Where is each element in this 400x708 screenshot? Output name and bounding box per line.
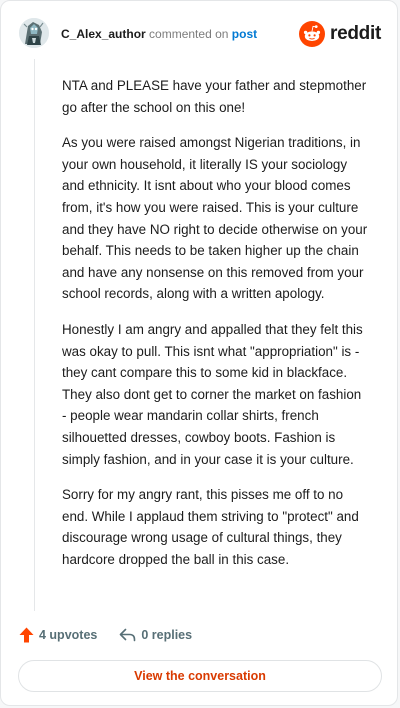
commented-on-text: commented on [149,27,229,41]
avatar-image [19,18,49,48]
view-conversation-button[interactable]: View the conversation [18,660,382,692]
reply-count: 0 replies [141,628,193,642]
reddit-wordmark: reddit [330,23,381,44]
post-link[interactable]: post [232,27,257,41]
comment-header: C_Alex_author commented on post reddit [19,18,381,54]
comment-paragraph: Sorry for my angry rant, this pisses me … [62,487,359,567]
upvote-button[interactable]: 4 upvotes [19,627,97,643]
upvote-count: 4 upvotes [39,628,98,642]
comment-paragraph: Honestly I am angry and appalled that th… [62,321,363,467]
comment-body: NTA and PLEASE have your father and step… [62,75,368,584]
reddit-snoo-icon [299,21,326,47]
upvote-arrow-icon [19,627,34,643]
reddit-logo[interactable]: reddit [299,20,381,48]
comment-actions: 4 upvotes 0 replies [19,625,192,645]
reply-button[interactable]: 0 replies [119,628,192,642]
author-name[interactable]: C_Alex_author [61,27,146,41]
thread-line [34,59,35,611]
view-conversation-label: View the conversation [134,669,266,683]
comment-byline: C_Alex_author commented on post [61,27,257,41]
comment-paragraph: As you were raised amongst Nigerian trad… [62,135,368,302]
reply-arrow-icon [120,628,136,642]
avatar[interactable] [19,18,49,48]
comment-paragraph: NTA and PLEASE have your father and step… [62,78,367,115]
comment-card: C_Alex_author commented on post reddit N… [0,0,398,706]
